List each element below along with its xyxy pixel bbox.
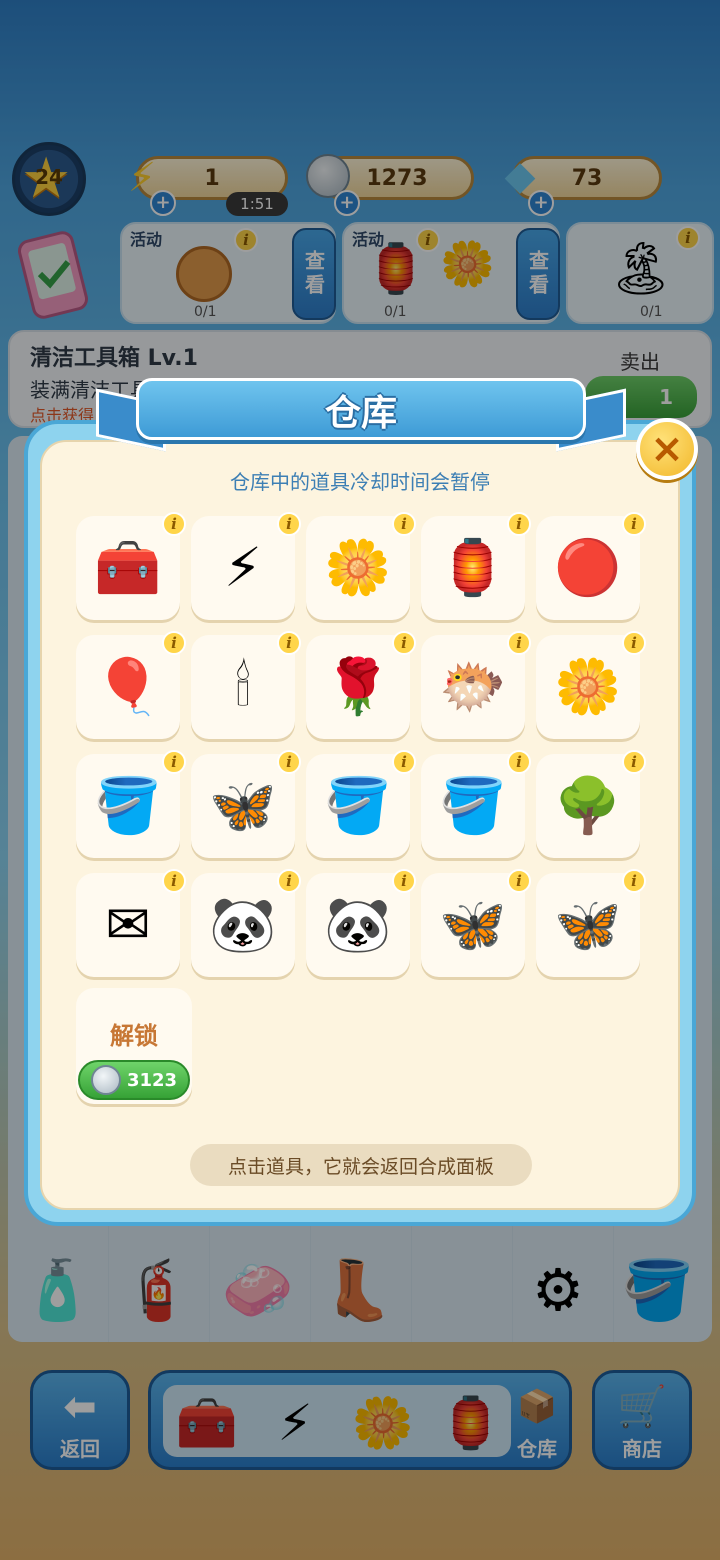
storage-slot[interactable]: 🏮 i — [421, 512, 531, 620]
info-icon[interactable]: i — [162, 869, 186, 893]
candelabra-icon: 🕯 — [235, 655, 251, 718]
storage-slot[interactable]: ⚡ i — [191, 512, 301, 620]
butterfly-wing-icon: 🦋 — [439, 893, 507, 956]
heart-balloons-icon: 🎈 — [94, 655, 162, 718]
modal-title: 仓库 — [324, 393, 397, 434]
storage-slot[interactable]: 🔴 i — [536, 512, 646, 620]
storage-slot[interactable]: 🧰 i — [76, 512, 186, 620]
storage-slot[interactable]: 🕯 i — [191, 631, 301, 739]
info-icon[interactable]: i — [507, 869, 531, 893]
pufferfish-icon: 🐡 — [439, 655, 507, 718]
panda-icon: 🐼 — [324, 893, 392, 956]
close-icon: × — [650, 426, 684, 472]
storage-slot[interactable]: 🐼 i — [306, 869, 416, 977]
treasure-chest-icon: 🧰 — [94, 536, 162, 599]
flower-planter-icon: 🌼 — [554, 655, 622, 718]
unlock-slot[interactable]: 解锁 3123 — [76, 988, 192, 1104]
info-icon[interactable]: i — [392, 869, 416, 893]
rose-arch-icon: 🌹 — [324, 655, 392, 718]
storage-slot[interactable]: 🪣 i — [76, 750, 186, 858]
silver-coin-icon — [90, 1065, 121, 1095]
storage-slot[interactable]: 🌼 i — [536, 631, 646, 739]
modal-title-ribbon: 仓库 — [96, 372, 626, 456]
info-icon[interactable]: i — [392, 512, 416, 536]
storage-slot[interactable]: 🦋 i — [421, 869, 531, 977]
storage-slot[interactable]: 🎈 i — [76, 631, 186, 739]
info-icon[interactable]: i — [277, 869, 301, 893]
info-icon[interactable]: i — [622, 869, 646, 893]
storage-slot[interactable]: 🪣 i — [421, 750, 531, 858]
storage-slot[interactable]: 🐡 i — [421, 631, 531, 739]
red-energy-orb-icon: 🔴 — [554, 536, 622, 599]
storage-slot[interactable]: 🌹 i — [306, 631, 416, 739]
info-icon[interactable]: i — [277, 512, 301, 536]
storage-hint: 点击道具，它就会返回合成面板 — [190, 1144, 532, 1186]
info-icon[interactable]: i — [622, 631, 646, 655]
panda-icon: 🐼 — [209, 893, 277, 956]
info-icon[interactable]: i — [507, 631, 531, 655]
storage-slot[interactable]: 🪣 i — [306, 750, 416, 858]
paint-bucket-icon: 🪣 — [94, 774, 162, 837]
storage-slot[interactable]: ✉ i — [76, 869, 186, 977]
info-icon[interactable]: i — [392, 750, 416, 774]
info-icon[interactable]: i — [392, 631, 416, 655]
unlock-price-button[interactable]: 3123 — [78, 1060, 190, 1100]
info-icon[interactable]: i — [162, 750, 186, 774]
butterfly-wing-icon: 🦋 — [554, 893, 622, 956]
info-icon[interactable]: i — [507, 750, 531, 774]
info-icon[interactable]: i — [507, 512, 531, 536]
unlock-price: 3123 — [126, 1069, 178, 1091]
bush-island-icon: 🌳 — [554, 774, 622, 837]
letters-icon: ✉ — [105, 893, 151, 956]
info-icon[interactable]: i — [622, 750, 646, 774]
birdcage-icon: 🏮 — [439, 536, 507, 599]
info-icon[interactable]: i — [277, 631, 301, 655]
paint-bucket-icon: 🪣 — [324, 774, 392, 837]
blue-energy-orb-icon: ⚡ — [224, 536, 262, 599]
storage-slot[interactable]: 🐼 i — [191, 869, 301, 977]
modal-subtitle: 仓库中的道具冷却时间会暂停 — [230, 470, 490, 494]
unlock-label: 解锁 — [110, 1022, 158, 1050]
info-icon[interactable]: i — [277, 750, 301, 774]
info-icon[interactable]: i — [162, 631, 186, 655]
storage-slot[interactable]: 🦋 i — [191, 750, 301, 858]
storage-slot[interactable]: 🌳 i — [536, 750, 646, 858]
storage-slot[interactable]: 🌼 i — [306, 512, 416, 620]
storage-slot[interactable]: 🦋 i — [536, 869, 646, 977]
butterfly-wing-icon: 🦋 — [209, 774, 277, 837]
flower-planter-icon: 🌼 — [324, 536, 392, 599]
info-icon[interactable]: i — [162, 512, 186, 536]
info-icon[interactable]: i — [622, 512, 646, 536]
paint-bucket-icon: 🪣 — [439, 774, 507, 837]
